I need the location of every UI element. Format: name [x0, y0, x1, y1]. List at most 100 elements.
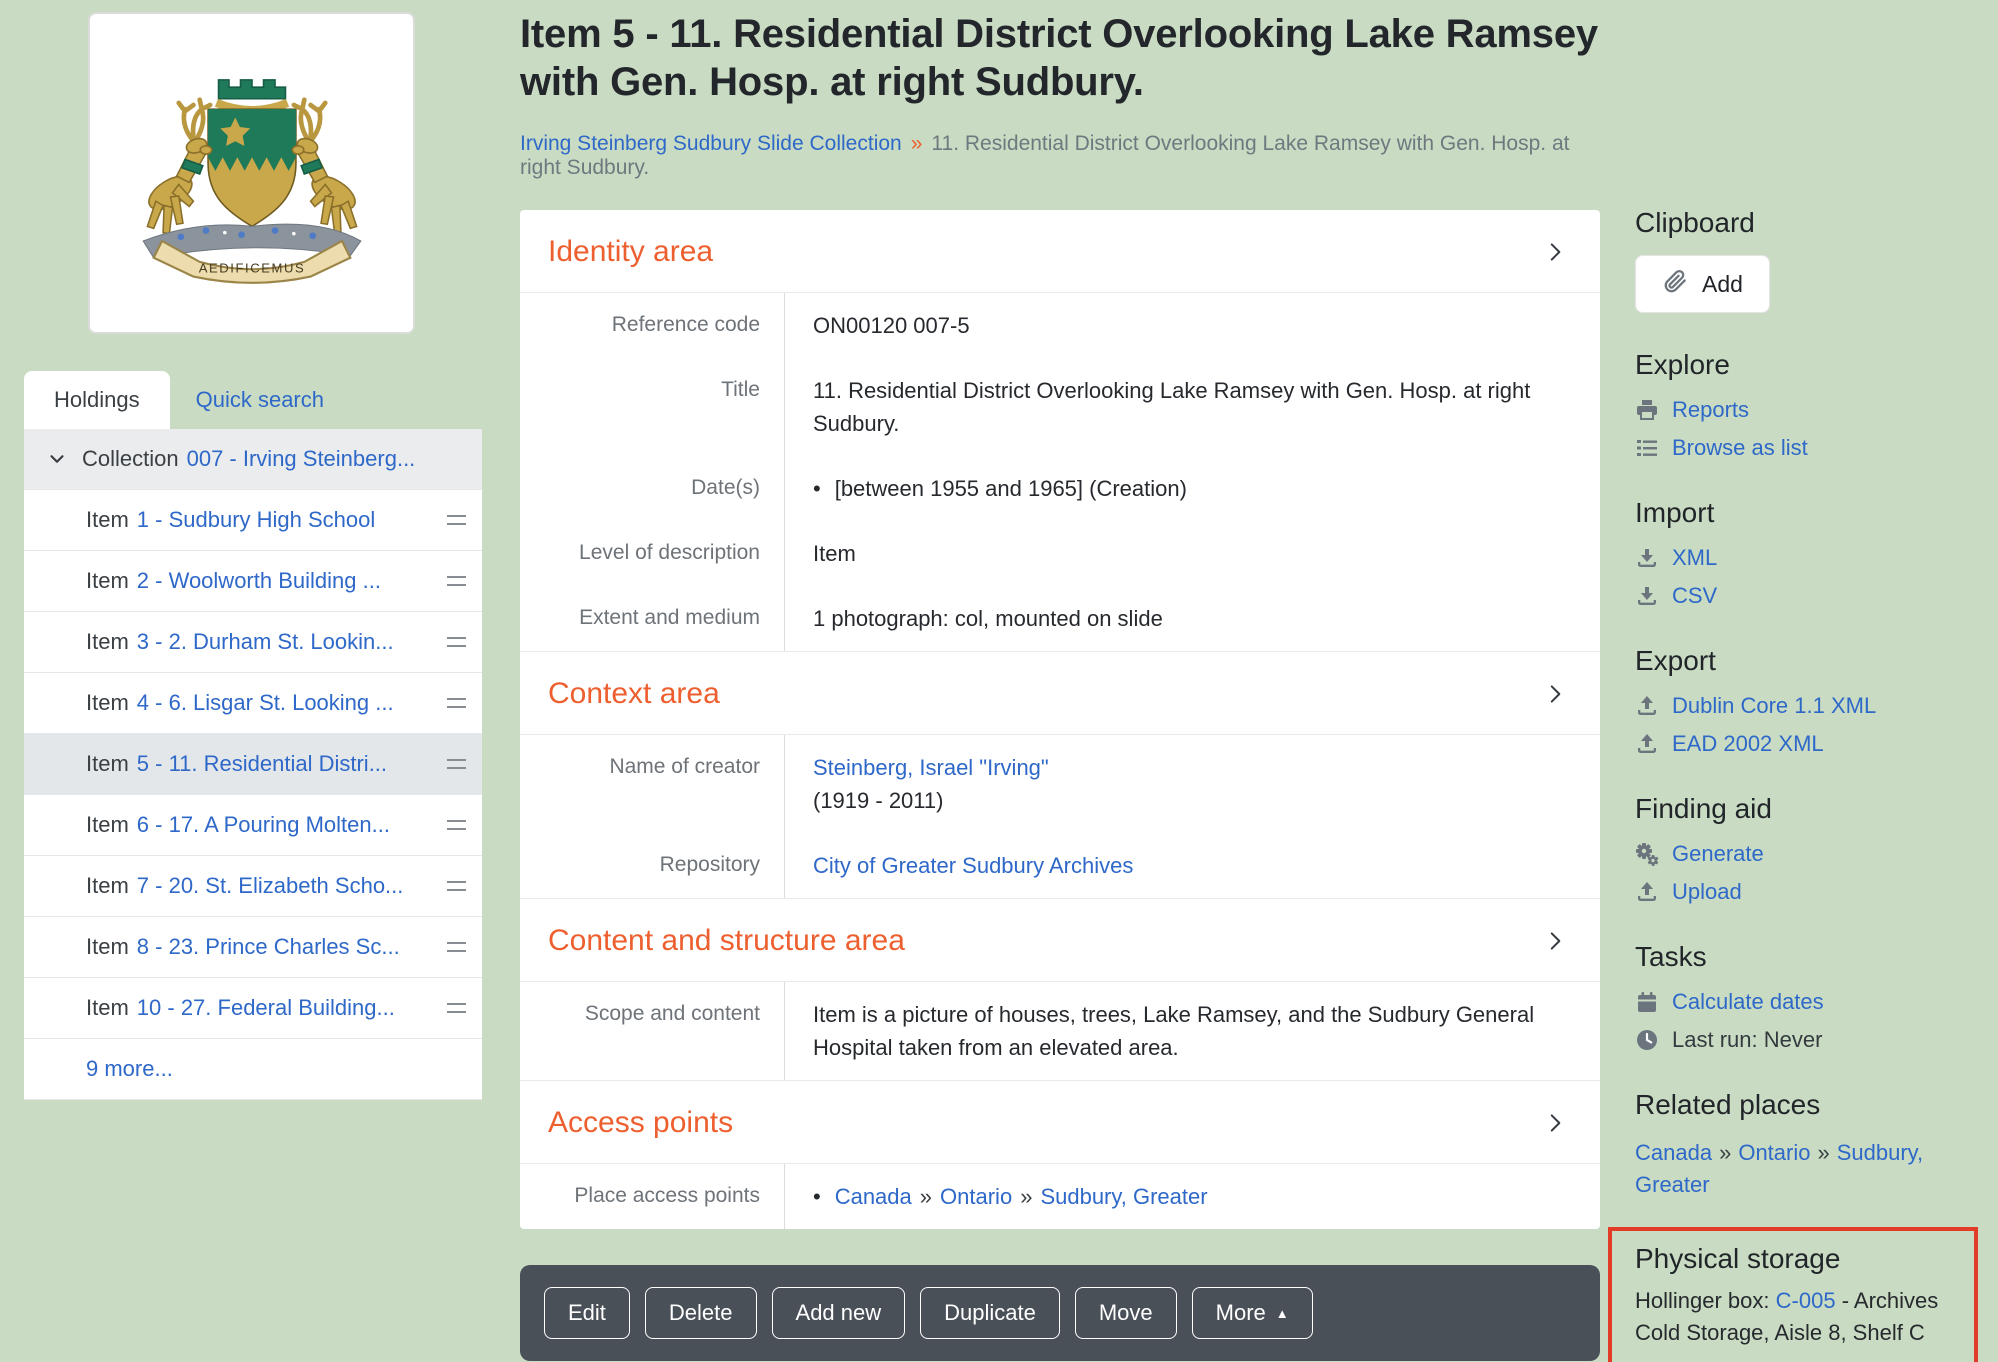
- field-row-extent: Extent and medium 1 photograph: col, mou…: [520, 586, 1600, 651]
- chevron-right-icon[interactable]: [1542, 239, 1568, 265]
- item-link[interactable]: 3 - 2. Durham St. Lookin...: [137, 629, 394, 655]
- field-label: Date(s): [520, 456, 785, 521]
- item-link[interactable]: 10 - 27. Federal Building...: [137, 995, 395, 1021]
- place-separator: »: [1012, 1184, 1040, 1209]
- drag-handle-icon[interactable]: [447, 759, 466, 769]
- place-link-sudbury[interactable]: Sudbury, Greater: [1040, 1184, 1207, 1209]
- upload-finding-aid-link[interactable]: Upload: [1635, 879, 1991, 905]
- place-link-ontario[interactable]: Ontario: [940, 1184, 1012, 1209]
- section-header[interactable]: Content and structure area: [520, 899, 1600, 982]
- import-xml-link[interactable]: XML: [1635, 545, 1991, 571]
- clipboard-add-button[interactable]: Add: [1635, 255, 1770, 313]
- tree-item-row[interactable]: Item 1 - Sudbury High School: [24, 490, 482, 551]
- breadcrumb: Irving Steinberg Sudbury Slide Collectio…: [520, 132, 1600, 180]
- more-button[interactable]: More ▲: [1192, 1287, 1313, 1339]
- calculate-dates-label: Calculate dates: [1672, 989, 1824, 1015]
- chevron-down-icon[interactable]: [46, 448, 68, 470]
- physical-storage-text: Hollinger box: C-005 - Archives Cold Sto…: [1635, 1285, 1958, 1349]
- item-link[interactable]: 8 - 23. Prince Charles Sc...: [137, 934, 400, 960]
- section-header[interactable]: Identity area: [520, 210, 1600, 293]
- item-link[interactable]: 6 - 17. A Pouring Molten...: [137, 812, 390, 838]
- clipboard-add-label: Add: [1702, 271, 1743, 298]
- export-heading: Export: [1635, 645, 1991, 677]
- repository-link[interactable]: City of Greater Sudbury Archives: [813, 853, 1133, 878]
- field-row-reference-code: Reference code ON00120 007-5: [520, 293, 1600, 358]
- move-button[interactable]: Move: [1075, 1287, 1177, 1339]
- item-prefix: Item: [86, 995, 129, 1021]
- place-link-canada[interactable]: Canada: [835, 1184, 912, 1209]
- place-separator: »: [1712, 1140, 1738, 1165]
- drag-handle-icon[interactable]: [447, 1003, 466, 1013]
- related-place-canada[interactable]: Canada: [1635, 1140, 1712, 1165]
- more-items-link[interactable]: 9 more...: [86, 1056, 173, 1082]
- tree-item-row[interactable]: Item 2 - Woolworth Building ...: [24, 551, 482, 612]
- tree-item-row-selected[interactable]: Item 5 - 11. Residential Distri...: [24, 734, 482, 795]
- field-label: Scope and content: [520, 982, 785, 1080]
- tree-item-row[interactable]: Item 7 - 20. St. Elizabeth Scho...: [24, 856, 482, 917]
- section-title: Identity area: [548, 235, 713, 269]
- edit-button[interactable]: Edit: [544, 1287, 630, 1339]
- export-ead-link[interactable]: EAD 2002 XML: [1635, 731, 1991, 757]
- item-link[interactable]: 7 - 20. St. Elizabeth Scho...: [137, 873, 404, 899]
- drag-handle-icon[interactable]: [447, 820, 466, 830]
- calculate-dates-link[interactable]: Calculate dates: [1635, 989, 1991, 1015]
- export-dublin-core-link[interactable]: Dublin Core 1.1 XML: [1635, 693, 1991, 719]
- tree-item-row[interactable]: Item 6 - 17. A Pouring Molten...: [24, 795, 482, 856]
- field-row-repository: Repository City of Greater Sudbury Archi…: [520, 833, 1600, 898]
- duplicate-button[interactable]: Duplicate: [920, 1287, 1060, 1339]
- item-link[interactable]: 5 - 11. Residential Distri...: [137, 751, 387, 777]
- physical-storage-box-link[interactable]: C-005: [1776, 1288, 1836, 1313]
- generate-finding-aid-link[interactable]: Generate: [1635, 841, 1991, 867]
- item-link[interactable]: 2 - Woolworth Building ...: [137, 568, 381, 594]
- chevron-right-icon[interactable]: [1542, 928, 1568, 954]
- chevron-right-icon[interactable]: [1542, 681, 1568, 707]
- import-csv-label: CSV: [1672, 583, 1717, 609]
- section-access-points: Access points Place access points •Canad…: [520, 1080, 1600, 1229]
- context-menu-sidebar: Clipboard Add Explore Reports Browse as …: [1635, 0, 1991, 1362]
- import-heading: Import: [1635, 497, 1991, 529]
- drag-handle-icon[interactable]: [447, 881, 466, 891]
- chevron-right-icon[interactable]: [1542, 1110, 1568, 1136]
- section-header[interactable]: Access points: [520, 1081, 1600, 1164]
- browse-as-list-link[interactable]: Browse as list: [1635, 435, 1991, 461]
- field-label: Reference code: [520, 293, 785, 358]
- breadcrumb-parent-link[interactable]: Irving Steinberg Sudbury Slide Collectio…: [520, 132, 902, 155]
- field-value: ON00120 007-5: [785, 293, 1600, 358]
- add-new-button[interactable]: Add new: [772, 1287, 906, 1339]
- item-link[interactable]: 1 - Sudbury High School: [137, 507, 375, 533]
- drag-handle-icon[interactable]: [447, 515, 466, 525]
- drag-handle-icon[interactable]: [447, 942, 466, 952]
- tree-item-row[interactable]: Item 4 - 6. Lisgar St. Looking ...: [24, 673, 482, 734]
- tree-collection-row[interactable]: Collection 007 - Irving Steinberg...: [24, 429, 482, 490]
- related-place-ontario[interactable]: Ontario: [1738, 1140, 1810, 1165]
- tree-item-row[interactable]: Item 8 - 23. Prince Charles Sc...: [24, 917, 482, 978]
- delete-button[interactable]: Delete: [645, 1287, 757, 1339]
- institution-logo[interactable]: AEDIFICEMUS: [88, 12, 415, 334]
- tree-item-row[interactable]: Item 3 - 2. Durham St. Lookin...: [24, 612, 482, 673]
- import-csv-link[interactable]: CSV: [1635, 583, 1991, 609]
- caret-up-icon: ▲: [1276, 1307, 1289, 1320]
- tab-quick-search[interactable]: Quick search: [170, 371, 350, 429]
- item-link[interactable]: 4 - 6. Lisgar St. Looking ...: [137, 690, 394, 716]
- coat-of-arms-image: AEDIFICEMUS: [116, 56, 388, 290]
- item-prefix: Item: [86, 934, 129, 960]
- field-row-level: Level of description Item: [520, 521, 1600, 586]
- drag-handle-icon[interactable]: [447, 698, 466, 708]
- tab-holdings[interactable]: Holdings: [24, 371, 170, 429]
- tree-item-row[interactable]: Item 10 - 27. Federal Building...: [24, 978, 482, 1039]
- last-run-status: Last run: Never: [1635, 1027, 1991, 1053]
- reports-link[interactable]: Reports: [1635, 397, 1991, 423]
- item-prefix: Item: [86, 751, 129, 777]
- creator-link[interactable]: Steinberg, Israel "Irving": [813, 755, 1049, 780]
- tree-more-row[interactable]: 9 more...: [24, 1039, 482, 1100]
- more-button-label: More: [1216, 1300, 1266, 1326]
- physical-storage-prefix: Hollinger box:: [1635, 1288, 1770, 1313]
- description-panel: Identity area Reference code ON00120 007…: [520, 210, 1600, 1229]
- item-prefix: Item: [86, 873, 129, 899]
- section-header[interactable]: Context area: [520, 652, 1600, 735]
- drag-handle-icon[interactable]: [447, 576, 466, 586]
- drag-handle-icon[interactable]: [447, 637, 466, 647]
- item-prefix: Item: [86, 507, 129, 533]
- collection-link[interactable]: 007 - Irving Steinberg...: [187, 446, 416, 472]
- item-prefix: Item: [86, 629, 129, 655]
